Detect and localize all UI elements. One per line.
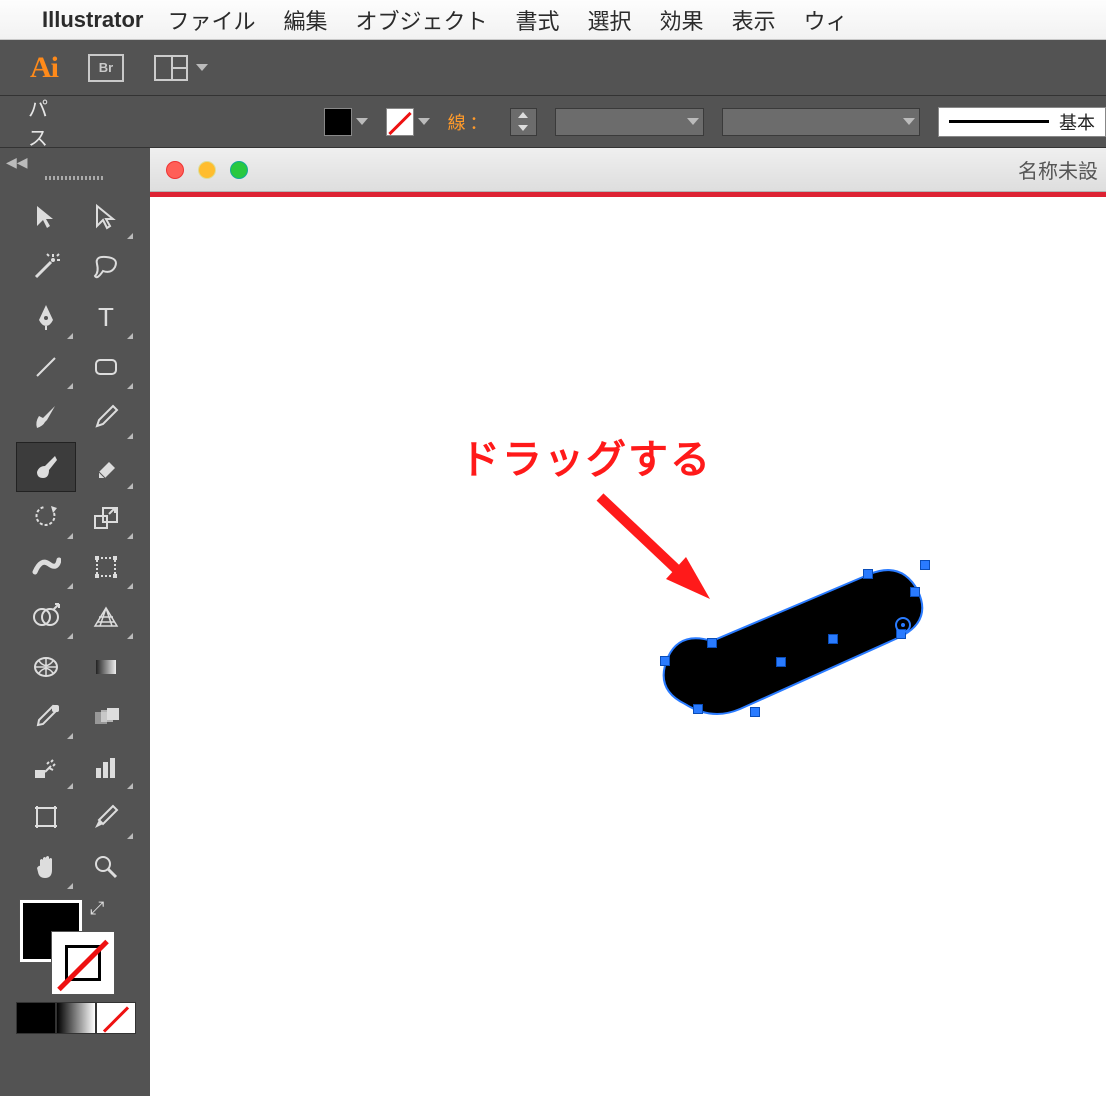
shape-builder-tool[interactable] [16, 592, 76, 642]
rotate-tool[interactable] [16, 492, 76, 542]
chevron-down-icon [356, 118, 368, 125]
fill-stroke-control[interactable]: ⤢ [0, 892, 150, 1002]
control-bar: パス 線： 基本 [0, 96, 1106, 148]
menu-window[interactable]: ウィ [804, 4, 848, 36]
illustrator-logo: Ai [30, 51, 58, 85]
stroke-color-box[interactable] [52, 932, 114, 994]
pencil-tool[interactable] [76, 392, 136, 442]
anchor-point[interactable] [910, 587, 920, 597]
minimize-window-button[interactable] [198, 161, 216, 179]
anchor-point[interactable] [660, 656, 670, 666]
app-name[interactable]: Illustrator [42, 7, 143, 33]
color-mode-gradient[interactable] [56, 1002, 96, 1034]
drawn-path-object[interactable] [640, 549, 960, 749]
perspective-grid-tool[interactable] [76, 592, 136, 642]
direct-selection-tool[interactable] [76, 192, 136, 242]
anchor-point[interactable] [693, 704, 703, 714]
artboard-tool[interactable] [16, 792, 76, 842]
lasso-tool[interactable] [76, 242, 136, 292]
line-tool[interactable] [16, 342, 76, 392]
zoom-window-button[interactable] [230, 161, 248, 179]
paintbrush-tool[interactable] [16, 392, 76, 442]
color-mode-none[interactable] [96, 1002, 136, 1034]
eraser-tool[interactable] [76, 442, 136, 492]
document-title: 名称未設 [1018, 155, 1098, 184]
anchor-point[interactable] [750, 707, 760, 717]
brush-label: 基本 [1059, 109, 1095, 135]
panel-grip[interactable] [0, 176, 150, 186]
scale-tool[interactable] [76, 492, 136, 542]
column-graph-tool[interactable] [76, 742, 136, 792]
selection-tool[interactable] [16, 192, 76, 242]
hand-tool[interactable] [16, 842, 76, 892]
chevron-down-icon [418, 118, 430, 125]
window-titlebar[interactable]: 名称未設 [150, 148, 1106, 192]
free-transform-tool[interactable] [76, 542, 136, 592]
workspace-layout-button[interactable] [154, 55, 208, 81]
type-tool[interactable]: T [76, 292, 136, 342]
swap-fill-stroke-icon[interactable]: ⤢ [90, 898, 104, 919]
menu-select[interactable]: 選択 [588, 4, 632, 36]
stroke-weight-dropdown[interactable] [555, 108, 703, 136]
selection-context-label: パス [28, 93, 68, 151]
anchor-point[interactable] [828, 634, 838, 644]
variable-width-profile-dropdown[interactable] [722, 108, 920, 136]
mesh-tool[interactable] [16, 642, 76, 692]
anchor-point[interactable] [707, 638, 717, 648]
stroke-weight-stepper[interactable] [510, 108, 538, 136]
menu-object[interactable]: オブジェクト [356, 4, 488, 36]
slice-tool[interactable] [76, 792, 136, 842]
fill-swatch[interactable] [324, 108, 368, 136]
eyedropper-tool[interactable] [16, 692, 76, 742]
svg-text:T: T [98, 302, 114, 332]
document-window: 名称未設 ドラッグする [150, 148, 1106, 1096]
macos-menubar: Illustrator ファイル 編集 オブジェクト 書式 選択 効果 表示 ウ… [0, 0, 1106, 40]
color-mode-solid[interactable] [16, 1002, 56, 1034]
pen-tool[interactable] [16, 292, 76, 342]
chevron-down-icon [196, 64, 208, 71]
close-window-button[interactable] [166, 161, 184, 179]
app-topbar: Ai Br [0, 40, 1106, 96]
anchor-point[interactable] [920, 560, 930, 570]
symbol-sprayer-tool[interactable] [16, 742, 76, 792]
bridge-button[interactable]: Br [88, 54, 124, 82]
menu-file[interactable]: ファイル [167, 4, 255, 36]
menu-edit[interactable]: 編集 [283, 4, 327, 36]
menu-effect[interactable]: 効果 [660, 4, 704, 36]
stroke-label: 線： [448, 109, 492, 135]
anchor-point[interactable] [776, 657, 786, 667]
stroke-swatch[interactable] [386, 108, 430, 136]
annotation-text: ドラッグする [460, 427, 712, 485]
rectangle-tool[interactable] [76, 342, 136, 392]
gradient-tool[interactable] [76, 642, 136, 692]
brush-definition-dropdown[interactable]: 基本 [938, 107, 1106, 137]
menu-type[interactable]: 書式 [516, 4, 560, 36]
brush-cursor-icon [895, 617, 911, 633]
magic-wand-tool[interactable] [16, 242, 76, 292]
color-mode-row [0, 1002, 150, 1034]
blob-brush-tool[interactable] [16, 442, 76, 492]
anchor-point[interactable] [863, 569, 873, 579]
artboard-canvas[interactable]: ドラッグする [150, 197, 1106, 1096]
tools-panel: ◀◀ T [0, 148, 150, 1096]
zoom-tool[interactable] [76, 842, 136, 892]
menu-view[interactable]: 表示 [732, 4, 776, 36]
blend-tool[interactable] [76, 692, 136, 742]
width-tool[interactable] [16, 542, 76, 592]
tools-collapse-button[interactable]: ◀◀ [0, 148, 150, 176]
